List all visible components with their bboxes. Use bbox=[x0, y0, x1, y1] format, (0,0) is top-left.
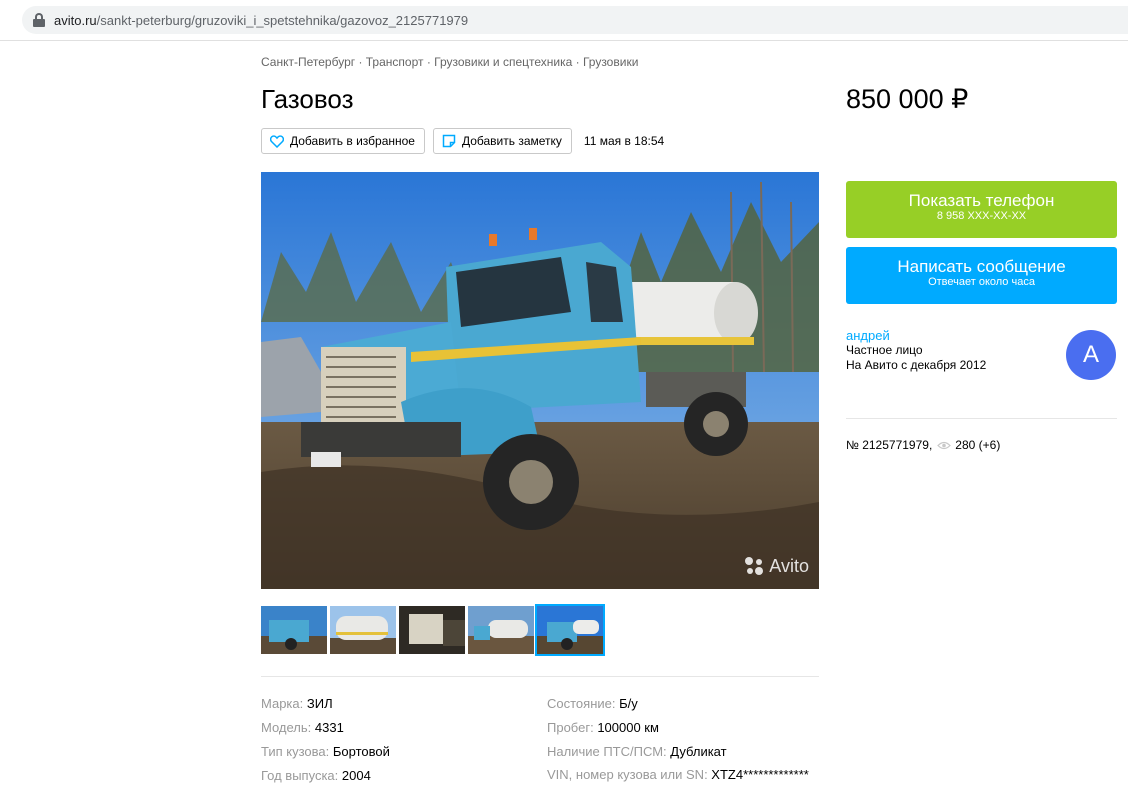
item-params: Марка: ЗИЛ Состояние: Б/у Модель: 4331 П… bbox=[261, 696, 819, 784]
param-model: Модель: 4331 bbox=[261, 720, 344, 735]
param-pts: Наличие ПТС/ПСМ: Дубликат bbox=[547, 744, 727, 759]
seller-info: андрей Частное лицо На Авито с декабря 2… bbox=[846, 328, 986, 373]
write-message-label: Написать сообщение bbox=[897, 257, 1066, 276]
url-text: avito.ru/sankt-peterburg/gruzoviki_i_spe… bbox=[54, 13, 468, 28]
add-note-label: Добавить заметку bbox=[461, 134, 562, 148]
add-note-button[interactable]: Добавить заметку bbox=[432, 128, 572, 154]
param-mileage: Пробег: 100000 км bbox=[547, 720, 659, 735]
response-time: Отвечает около часа bbox=[928, 276, 1035, 288]
browser-address-bar: avito.ru/sankt-peterburg/gruzoviki_i_spe… bbox=[0, 0, 1128, 40]
param-vin: VIN, номер кузова или SN: XTZ4**********… bbox=[547, 767, 809, 782]
note-icon bbox=[442, 134, 456, 148]
url-path: /sankt-peterburg/gruzoviki_i_spetstehnik… bbox=[96, 12, 469, 28]
heart-icon bbox=[270, 134, 284, 148]
item-stats: № 2125771979, 280 (+6) bbox=[846, 438, 1000, 452]
param-brand: Марка: ЗИЛ bbox=[261, 696, 333, 711]
right-divider bbox=[846, 418, 1117, 419]
avito-watermark-text: Avito bbox=[769, 555, 809, 576]
publish-date: 11 мая в 18:54 bbox=[583, 134, 665, 148]
seller-since: На Авито с декабря 2012 bbox=[846, 358, 987, 372]
param-body-type: Тип кузова: Бортовой bbox=[261, 744, 390, 759]
lock-icon[interactable] bbox=[32, 13, 46, 27]
breadcrumb[interactable]: Санкт-Петербург · Транспорт · Грузовики … bbox=[261, 55, 638, 69]
url-domain: avito.ru bbox=[54, 12, 97, 28]
param-year: Год выпуска: 2004 bbox=[261, 768, 371, 783]
add-to-favorites-label: Добавить в избранное bbox=[290, 134, 415, 148]
photo-thumbnails bbox=[261, 604, 605, 656]
seller-type: Частное лицо bbox=[846, 343, 923, 357]
page-title: Газовоз bbox=[261, 84, 354, 114]
avito-watermark: Avito bbox=[743, 555, 809, 577]
eye-icon bbox=[937, 441, 952, 449]
add-to-favorites-button[interactable]: Добавить в избранное bbox=[261, 128, 425, 154]
show-phone-label: Показать телефон bbox=[908, 191, 1055, 210]
price: 850 000 ₽ bbox=[846, 84, 969, 114]
view-count: 280 (+6) bbox=[955, 438, 1001, 452]
photo-thumbnail[interactable] bbox=[399, 606, 465, 654]
listing-actions: Добавить в избранное Добавить заметку 11… bbox=[261, 128, 664, 154]
photo-thumbnail[interactable] bbox=[330, 606, 396, 654]
avito-logo-icon bbox=[745, 557, 764, 575]
header-divider bbox=[0, 40, 1128, 41]
show-phone-button[interactable]: Показать телефон 8 958 XXX-XX-XX bbox=[846, 181, 1117, 238]
write-message-button[interactable]: Написать сообщение Отвечает около часа bbox=[846, 247, 1117, 304]
photo-thumbnail-active[interactable] bbox=[535, 604, 605, 656]
url-field[interactable]: avito.ru/sankt-peterburg/gruzoviki_i_spe… bbox=[22, 6, 1128, 34]
avatar[interactable]: А bbox=[1066, 330, 1116, 380]
section-divider bbox=[261, 676, 819, 677]
param-condition: Состояние: Б/у bbox=[547, 696, 638, 711]
phone-masked: 8 958 XXX-XX-XX bbox=[936, 210, 1027, 222]
main-photo[interactable]: Avito bbox=[261, 172, 819, 589]
photo-thumbnail[interactable] bbox=[468, 606, 534, 654]
item-number: № 2125771979, bbox=[846, 438, 933, 452]
photo-thumbnail[interactable] bbox=[261, 606, 327, 654]
seller-name-link[interactable]: андрей bbox=[846, 328, 986, 343]
